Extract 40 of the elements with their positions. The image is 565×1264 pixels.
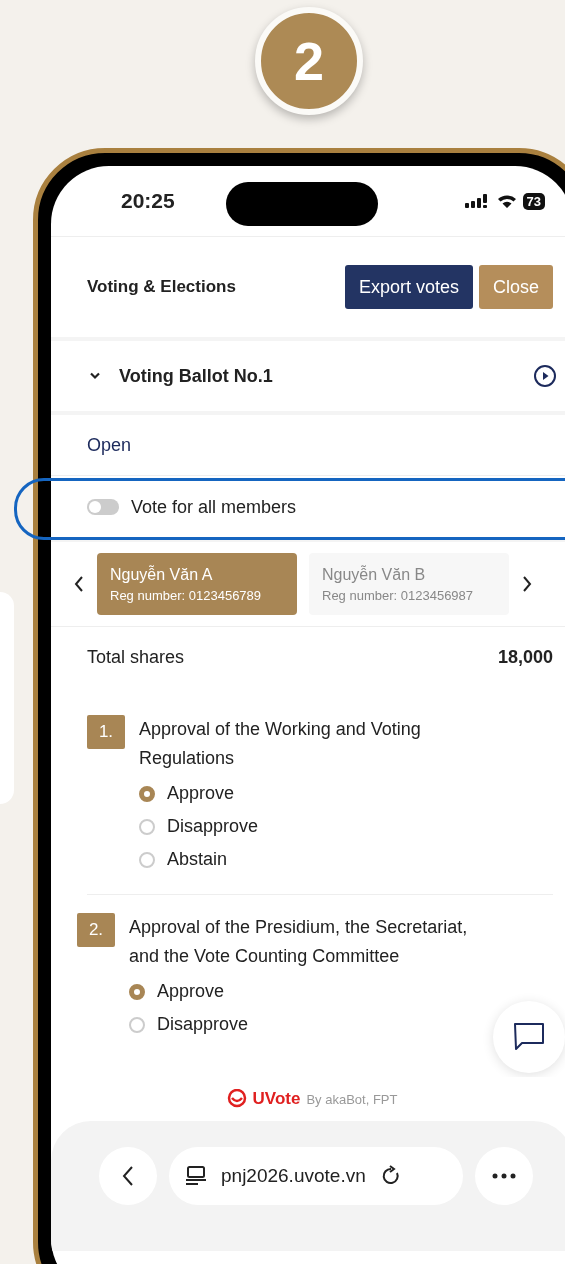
member-card[interactable]: Nguyễn Văn A Reg number: 0123456789 [97, 553, 297, 615]
more-icon[interactable] [492, 1173, 516, 1179]
play-icon[interactable] [533, 364, 557, 388]
total-shares-label: Total shares [87, 646, 185, 668]
ballot-status: Open [87, 434, 132, 456]
radio-button[interactable] [139, 851, 155, 868]
option-label: Approve [167, 783, 235, 804]
option-label: Approve [157, 981, 225, 1002]
radio-button[interactable] [129, 1016, 145, 1033]
question-title: Approval of the Working and Voting Regulations [139, 718, 422, 770]
export-button[interactable]: Export votes [344, 265, 473, 309]
wifi-icon [496, 193, 517, 209]
question-number: 1. [87, 715, 125, 749]
address-bar[interactable]: pnj2026.uvote.vn [169, 1147, 463, 1205]
option-label: Disapprove [157, 1014, 249, 1035]
question-title: Approval of the Presidium, the Secretariat, and the Vote Counting Committee [129, 916, 469, 968]
url-text: pnj2026.uvote.vn [221, 1165, 366, 1187]
brand-credit: By akaBot, FPT [306, 1091, 398, 1107]
page-title: Voting & Elections [87, 277, 236, 297]
radio-button[interactable] [129, 983, 145, 1000]
close-button[interactable]: Close [478, 265, 553, 309]
toggle-switch[interactable] [87, 499, 119, 515]
battery-level: 73 [522, 192, 545, 210]
radio-button[interactable] [139, 818, 155, 835]
option-label: Disapprove [167, 816, 259, 837]
back-icon[interactable] [121, 1165, 135, 1187]
member-card[interactable]: Nguyễn Văn B Reg number: 0123456987 [309, 553, 509, 615]
step-badge: 2 [255, 7, 363, 115]
next-icon[interactable] [521, 575, 533, 593]
previous-icon[interactable] [73, 575, 85, 593]
chat-icon[interactable] [512, 1021, 546, 1053]
question-number: 2. [77, 913, 115, 947]
brand-name: UVote [252, 1089, 301, 1109]
radio-button[interactable] [139, 785, 155, 802]
status-time: 20:25 [121, 189, 175, 213]
option-label: Abstain [167, 849, 228, 870]
toggle-label: Vote for all members [131, 496, 297, 518]
ballot-title: Voting Ballot No.1 [119, 365, 273, 387]
chevron-icon[interactable] [89, 372, 101, 380]
total-shares-value: 18,000 [497, 646, 553, 668]
